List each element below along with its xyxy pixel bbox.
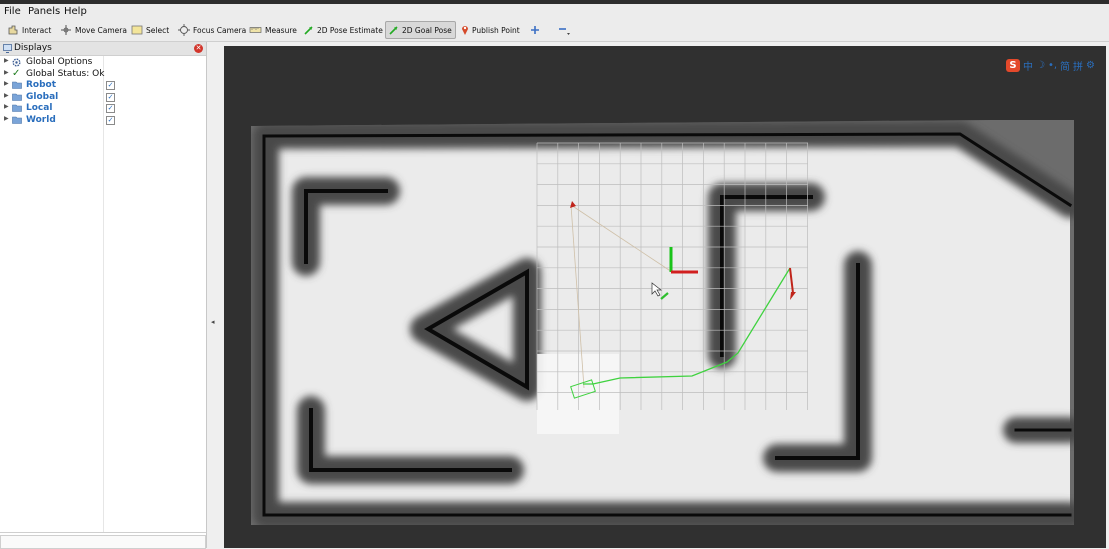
interact-icon [8,25,18,35]
interact-label: Interact [22,25,52,35]
menu-file[interactable]: File [4,6,21,17]
folder-icon [12,116,22,124]
displays-header: Displays ✕ [0,42,206,56]
tree-item-global[interactable]: ▶ Global ✓ [0,92,206,103]
column-separator [103,56,104,532]
publish-point-label: Publish Point [472,25,520,35]
render-viewport[interactable] [224,46,1106,548]
expand-arrow-icon[interactable]: ▶ [4,103,9,110]
focus-camera-icon [178,24,190,36]
tree-item-local[interactable]: ▶ Local ✓ [0,103,206,114]
focus-camera-label: Focus Camera [193,25,247,35]
expand-arrow-icon[interactable]: ▶ [4,57,9,64]
select-button[interactable]: Select [128,21,172,39]
expand-arrow-icon[interactable]: ▶ [4,69,9,76]
moon-icon[interactable]: ☽ [1036,60,1045,71]
menu-help[interactable]: Help [64,6,87,17]
move-camera-button[interactable]: Move Camera [57,21,130,39]
robot-checkbox[interactable]: ✓ [106,81,115,90]
ime-pinyin-label[interactable]: 拼 [1073,58,1083,73]
display-properties-area [0,535,206,549]
measure-label: Measure [265,25,297,35]
checkmark-icon: ✓ [12,68,21,79]
goal-pose-button[interactable]: 2D Goal Pose [385,21,456,39]
world-checkbox[interactable]: ✓ [106,116,115,125]
focus-camera-button[interactable]: Focus Camera [175,21,249,39]
folder-icon [12,81,22,89]
local-checkbox[interactable]: ✓ [106,104,115,113]
pose-estimate-label: 2D Pose Estimate [317,25,383,35]
folder-icon [12,93,22,101]
panel-splitter[interactable] [0,532,206,533]
tree-item-label: Robot [26,80,57,90]
add-tool-button[interactable] [526,21,544,39]
expand-arrow-icon[interactable]: ▶ [4,92,9,99]
plus-icon [531,26,539,34]
pose-estimate-button[interactable]: 2D Pose Estimate [301,21,386,39]
publish-point-button[interactable]: Publish Point [458,21,523,39]
select-icon [131,25,143,35]
tree-item-global-options[interactable]: ▶ Global Options [0,57,206,68]
tree-item-label: Global Status: Ok [26,69,105,79]
tree-item-label: Global [26,92,59,102]
ime-toolbar: S 中 ☽ •, 简 拼 ⚙ [1006,58,1095,73]
pose-estimate-icon [304,26,313,35]
goal-pose-label: 2D Goal Pose [402,25,452,35]
ime-lang-label[interactable]: 中 [1023,58,1033,73]
punctuation-icon[interactable]: •, [1048,60,1057,71]
sogou-logo-icon[interactable]: S [1006,59,1020,72]
settings-gear-icon[interactable]: ⚙ [1086,60,1095,71]
dock-splitter[interactable]: ◂ [207,42,223,548]
tree-item-global-status[interactable]: ▶ ✓ Global Status: Ok [0,68,206,80]
select-label: Select [146,25,170,35]
displays-panel: Displays ✕ ▶ Global Options ▶ ✓ Global S… [0,42,207,549]
displays-title: Displays [14,43,52,53]
map-pin-icon [462,26,468,35]
tree-item-robot[interactable]: ▶ Robot ✓ [0,80,206,91]
ruler-icon [249,27,262,33]
move-camera-icon [61,25,71,35]
toolbar: Interact Move Camera Select Focus Camera… [0,19,1109,42]
tree-item-world[interactable]: ▶ World ✓ [0,115,206,126]
remove-tool-button[interactable] [554,21,574,39]
tree-item-label: Local [26,103,53,113]
tree-item-label: World [26,115,56,125]
local-costmap-window [537,354,619,434]
expand-arrow-icon[interactable]: ▶ [4,115,9,122]
tree-item-label: Global Options [26,57,93,67]
expand-arrow-icon[interactable]: ▶ [4,80,9,87]
global-checkbox[interactable]: ✓ [106,93,115,102]
minus-dropdown-icon [559,28,570,35]
goal-pose-icon [389,26,398,35]
folder-icon [12,104,22,112]
collapse-arrow-icon[interactable]: ◂ [211,318,215,326]
menu-panels[interactable]: Panels [28,6,60,17]
ime-simplified-label[interactable]: 简 [1060,58,1070,73]
menu-bar: File Panels Help [0,4,1109,19]
monitor-icon [3,44,12,53]
map-view[interactable] [224,46,1106,548]
close-icon[interactable]: ✕ [194,44,203,53]
gear-icon [12,58,21,67]
interact-button[interactable]: Interact [4,21,54,39]
move-camera-label: Move Camera [75,25,127,35]
measure-button[interactable]: Measure [246,21,300,39]
